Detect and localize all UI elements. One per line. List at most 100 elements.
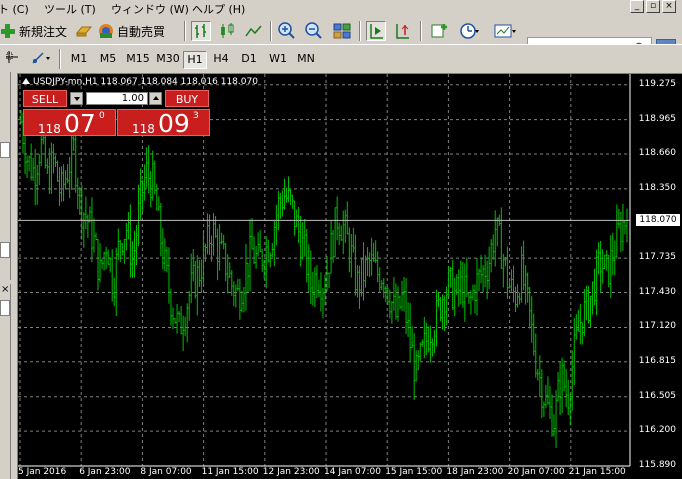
price-bar bbox=[500, 207, 503, 269]
auto-trading-button[interactable]: 自動売買 bbox=[98, 20, 165, 42]
timeframe-m30[interactable]: M30 bbox=[154, 51, 182, 69]
price-bar bbox=[617, 208, 620, 229]
panel-scroll-button[interactable] bbox=[0, 300, 10, 316]
price-bar bbox=[528, 286, 531, 329]
new-order-label: 新規注文 bbox=[19, 24, 68, 39]
price-bar bbox=[90, 197, 93, 263]
price-bar bbox=[372, 242, 375, 262]
price-bar bbox=[392, 277, 395, 311]
gold-bar-icon[interactable] bbox=[74, 21, 94, 41]
price-bar bbox=[423, 317, 426, 359]
price-bar bbox=[502, 253, 505, 288]
price-bar bbox=[145, 147, 148, 188]
price-bar bbox=[388, 289, 391, 319]
price-bar bbox=[496, 217, 499, 247]
price-bar bbox=[275, 204, 278, 246]
price-bar bbox=[249, 219, 252, 292]
price-bar bbox=[129, 204, 132, 278]
price-bar bbox=[78, 186, 81, 215]
price-bar bbox=[214, 216, 217, 238]
price-bar bbox=[305, 228, 308, 283]
chart-shift-icon[interactable] bbox=[393, 21, 413, 41]
timeframe-m15[interactable]: M15 bbox=[124, 51, 152, 69]
price-bar bbox=[30, 143, 33, 181]
menu-chart[interactable]: ト (C) bbox=[0, 1, 29, 17]
timeframe-h1[interactable]: H1 bbox=[183, 51, 207, 69]
price-bar bbox=[46, 158, 49, 174]
price-bar bbox=[301, 222, 304, 260]
timeframe-m5[interactable]: M5 bbox=[95, 51, 121, 69]
panel-close-icon[interactable]: × bbox=[1, 284, 9, 295]
price-bar bbox=[133, 231, 136, 278]
price-bar bbox=[184, 316, 187, 337]
menu-tools[interactable]: ツール (T) bbox=[44, 1, 96, 17]
restore-icon[interactable]: ▫ bbox=[646, 0, 660, 13]
price-bar bbox=[396, 286, 399, 322]
price-bar bbox=[84, 196, 87, 229]
price-bar bbox=[309, 250, 312, 305]
timeframe-w1[interactable]: W1 bbox=[266, 51, 290, 69]
menu-window[interactable]: ウィンドウ (W) bbox=[111, 1, 189, 17]
zoom-out-icon[interactable] bbox=[304, 21, 324, 41]
price-bar bbox=[143, 164, 146, 201]
price-bar bbox=[38, 154, 41, 186]
new-order-button[interactable]: 新規注文 bbox=[0, 20, 67, 42]
price-bar bbox=[390, 300, 393, 325]
timeframe-h4[interactable]: H4 bbox=[209, 51, 233, 69]
price-bar bbox=[68, 156, 71, 199]
time-tick-label: 6 Jan 23:00 bbox=[79, 467, 131, 477]
timeframe-toolbar: M1 M5 M15 M30 H1 H4 D1 W1 MN bbox=[0, 44, 682, 71]
arrow-up-icon bbox=[153, 96, 159, 100]
buy-price-prefix: 118 bbox=[132, 122, 155, 136]
price-bar bbox=[139, 168, 142, 220]
line-chart-icon[interactable] bbox=[244, 21, 264, 41]
price-bar bbox=[437, 292, 440, 307]
templates-icon[interactable] bbox=[494, 21, 516, 41]
minimize-icon[interactable]: _ bbox=[630, 0, 644, 13]
panel-scroll-button[interactable] bbox=[0, 242, 10, 258]
price-bar bbox=[467, 292, 470, 305]
sell-button[interactable]: SELL bbox=[23, 90, 67, 107]
buy-button[interactable]: BUY bbox=[165, 90, 209, 107]
bar-chart-icon[interactable] bbox=[191, 21, 211, 41]
price-bar bbox=[348, 227, 351, 273]
price-bar bbox=[492, 234, 495, 260]
price-bar bbox=[378, 267, 381, 293]
timeframe-mn[interactable]: MN bbox=[293, 51, 319, 69]
price-bar bbox=[550, 394, 553, 437]
price-bar bbox=[157, 196, 160, 211]
price-bar bbox=[159, 203, 162, 257]
lot-size-input[interactable]: 1.00 bbox=[86, 92, 148, 105]
crosshair-cursor-icon[interactable] bbox=[4, 49, 24, 69]
close-icon[interactable]: × bbox=[662, 0, 676, 13]
buy-price-button[interactable]: 118 09 3 bbox=[117, 109, 210, 137]
menu-help[interactable]: ヘルプ (H) bbox=[192, 1, 245, 17]
price-bar bbox=[295, 209, 298, 228]
lot-increase-button[interactable] bbox=[149, 92, 162, 105]
price-bar bbox=[50, 142, 53, 194]
price-bar bbox=[66, 164, 69, 184]
price-bar bbox=[482, 265, 485, 292]
auto-scroll-icon[interactable] bbox=[366, 21, 386, 41]
indicators-icon[interactable] bbox=[430, 21, 450, 41]
panel-scroll-thumb[interactable] bbox=[0, 142, 10, 158]
zoom-in-icon[interactable] bbox=[277, 21, 297, 41]
price-bar bbox=[52, 143, 55, 174]
price-bar bbox=[165, 246, 168, 273]
price-bar bbox=[48, 148, 51, 194]
price-bar bbox=[609, 235, 612, 298]
tile-windows-icon[interactable] bbox=[332, 21, 352, 41]
price-bar bbox=[200, 259, 203, 294]
timeframe-m1[interactable]: M1 bbox=[66, 51, 92, 69]
price-bar bbox=[548, 386, 551, 420]
timeframe-d1[interactable]: D1 bbox=[237, 51, 261, 69]
price-bar bbox=[401, 280, 404, 311]
drawing-tools-icon[interactable] bbox=[30, 49, 50, 69]
lot-decrease-button[interactable] bbox=[70, 92, 83, 105]
candlestick-icon[interactable] bbox=[217, 21, 237, 41]
toolbar-separator bbox=[359, 21, 361, 41]
price-bar bbox=[473, 284, 476, 314]
periods-clock-icon[interactable] bbox=[459, 21, 479, 41]
price-bar bbox=[427, 326, 430, 353]
sell-price-button[interactable]: 118 07 0 bbox=[23, 109, 116, 137]
